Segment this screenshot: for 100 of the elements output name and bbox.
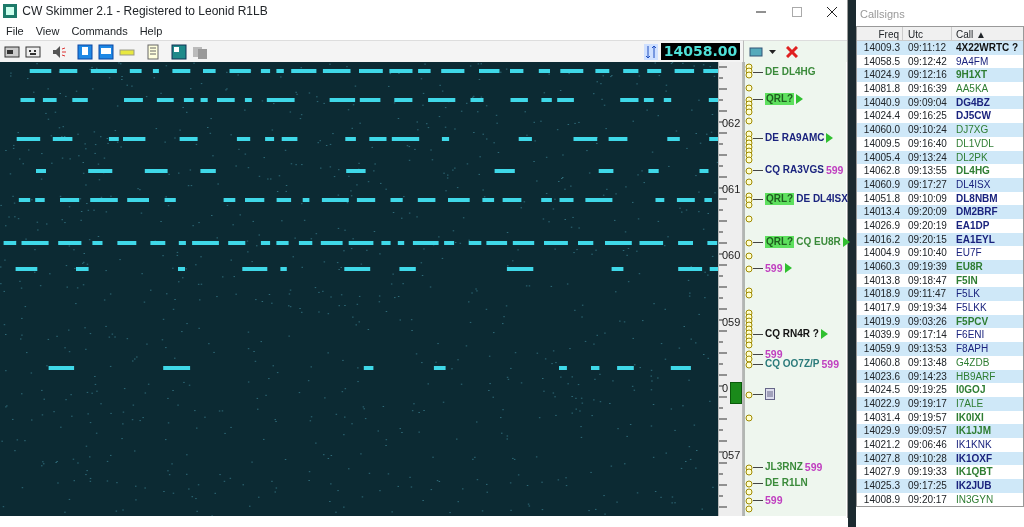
table-cell-text: 09:13:48 [907,355,948,370]
table-cell-text: IK1QBT [955,465,994,479]
table-cell-text: DJ7XG [955,123,990,137]
table-cell-text: 14024.4 [862,109,901,124]
table-cell-text: 14004.9 [862,246,901,260]
table-cell-text: 09:16:39 [907,82,948,96]
table-cell-text: 14059.9 [862,342,901,356]
column-header[interactable]: Utc [903,27,952,40]
frequency-display: 14058.00 [660,43,741,60]
table-cell-text: F5PCV [955,314,990,329]
table-cell-text: 09:09:57 [907,424,948,438]
window-icon[interactable] [170,42,188,61]
menu-item[interactable]: Commands [65,22,134,40]
table-cell-text: F5LKK [955,301,988,315]
menu-item[interactable]: View [29,22,66,40]
table-cell-text: 09:20:19 [907,218,948,233]
menu-item[interactable]: Help [133,22,169,40]
window-icon[interactable] [96,42,115,61]
leader-line [753,482,763,484]
table-cell-text: 09:10:28 [907,451,948,466]
table-cell-text: 09:11:47 [907,287,948,302]
table-cell-text: DG4BZ [955,95,991,110]
decoded-text: DE DL4HG [765,66,816,78]
tuning-marker[interactable] [730,382,742,404]
decoded-text: DE R1LN [765,477,808,489]
panel-title: Callsigns [859,7,906,22]
leader-line [753,499,763,501]
column-header[interactable]: Freq [857,27,903,40]
table-cell-text: IK2JUB [955,479,993,493]
leader-line [753,466,763,468]
leader-line [753,363,763,365]
table-cell-text: 14060.0 [862,123,901,137]
table-cell-text: 09:17:27 [907,177,948,192]
table-cell-text: 14023.6 [862,369,901,384]
table-cell-text: 09:03:26 [907,314,948,329]
leader-line [753,198,763,200]
table-cell-text: F5LK [955,287,981,302]
table-cell-text: F8APH [955,342,990,356]
decoded-text: CQ OO7Z/P [765,358,820,370]
scale-label: 062 [722,116,741,131]
table-cell-text: DL4ISX [955,177,992,192]
frequency-icon[interactable] [644,43,658,60]
decoded-text: DE DL4ISX [796,193,848,205]
scale-label: 059 [722,315,741,330]
table-cell-text: 14021.2 [862,437,901,452]
table-cell-text: AA5KA [955,82,990,96]
table-cell-text: 09:10:40 [907,246,948,260]
play-icon[interactable] [842,237,850,247]
table-cell-text: 14025.3 [862,479,901,493]
signal-report: 599 [765,348,783,360]
table-cell-text: 09:16:40 [907,136,948,151]
table-cell-text: G4ZDB [955,355,991,370]
table-cell-text: DJ5CW [955,109,992,124]
table-cell-text: 14026.9 [862,218,901,233]
decoded-text: QRL? [765,236,795,248]
maximize-icon[interactable] [791,6,802,17]
column-header[interactable]: Call ▲ [952,27,1023,40]
table-cell-text: 9H1XT [955,68,989,83]
table-cell-text: 14029.9 [862,424,901,438]
minimize-icon[interactable] [756,10,766,13]
table-cell-text: 14017.9 [862,301,901,315]
table-cell-text: 14024.9 [862,68,901,83]
app-icon [2,4,17,18]
table-cell-text: 09:20:17 [907,492,948,507]
leader-line [753,137,763,139]
decoded-text: CQ RA3VGS [765,164,824,176]
table-cell-text: DL1VDL [955,136,995,151]
table-cell-text: 14062.8 [862,164,901,178]
leader-line [753,98,763,100]
menu-item[interactable]: File [0,22,30,40]
table-cell-text: 14009.3 [862,41,901,55]
leader-line [753,71,763,73]
table-cell-text: 14005.4 [862,150,901,165]
table-cell-text: F5IN [955,273,979,288]
table-cell-text: 14013.8 [862,273,901,288]
close-icon[interactable] [827,6,837,17]
table-cell-text: 09:17:25 [907,479,948,493]
table-cell-text: F6ENI [955,328,986,343]
table-cell-text: 09:19:33 [907,465,948,479]
table-cell-text: DL8NBM [955,191,999,206]
table-cell-text: 14081.8 [862,82,901,96]
table-cell-text: 09:16:25 [907,109,948,124]
table-cell-text: 09:17:14 [907,328,948,343]
table-cell-text: 09:19:25 [907,383,948,397]
table-cell-text: DL4HG [955,164,991,178]
table-cell-text: 9A4FM [955,54,990,69]
table-cell-text: 09:13:55 [907,164,948,178]
table-cell-text: 14009.5 [862,136,901,151]
table-cell-text: 09:19:57 [907,410,948,425]
signal-report: 599 [804,461,823,473]
table-cell-text: 14018.9 [862,287,901,302]
table-cell-text: IK1OXF [955,451,994,466]
leader-line [753,169,763,171]
table-cell-text: IK1KNK [955,437,993,452]
table-cell-text: 14027.8 [862,451,901,466]
scale-label: 060 [722,248,741,263]
table-cell-text: 09:11:12 [907,41,948,55]
window-icon[interactable] [76,42,94,61]
table-cell-text: IN3GYN [955,492,995,507]
decoded-text: CQ RN4R ? [765,328,819,340]
